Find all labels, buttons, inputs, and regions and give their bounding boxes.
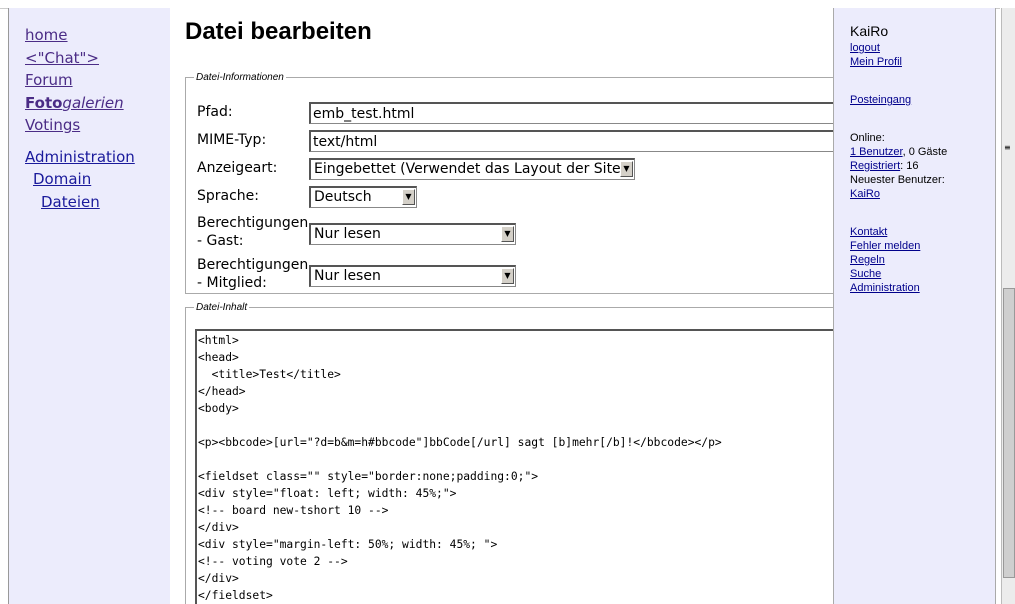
nav-item-chat: <"Chat"> — [25, 47, 170, 70]
gaeste-count: , 0 Gäste — [902, 146, 948, 158]
code-line: <div style="margin-left: 50%; width: 45%… — [198, 538, 498, 551]
file-content-fieldset: Datei-Inhalt <html> <head> <title>Test</t… — [185, 302, 833, 604]
berechtigungen-mitglied-label-line2: - Mitglied: — [197, 275, 267, 291]
code-line: <div style="float: left; width: 45%;"> — [198, 487, 457, 500]
regeln-link[interactable]: Regeln — [850, 254, 885, 266]
nav-item-dateien: Dateien — [25, 191, 170, 214]
file-content-textarea[interactable]: <html> <head> <title>Test</title> </head> <… — [195, 329, 833, 604]
mein-profil-link[interactable]: Mein Profil — [850, 56, 902, 68]
dropdown-arrow-icon: ▼ — [501, 268, 514, 284]
profile-line: Mein Profil — [850, 55, 902, 69]
berechtigungen-gast-label: Berechtigungen - Gast: — [197, 214, 308, 250]
mime-label: MIME-Typ: — [197, 132, 267, 148]
berechtigungen-gast-value: Nur lesen — [314, 226, 381, 242]
nav-link-home[interactable]: home — [25, 26, 68, 44]
main-nav-list: home <"Chat"> Forum Fotogalerien Votings — [25, 24, 170, 137]
newest-user-label: Neuester Benutzer: — [850, 174, 945, 186]
fehler-line: Fehler melden — [850, 239, 920, 253]
page-title: Datei bearbeiten — [185, 18, 372, 45]
pfad-label: Pfad: — [197, 104, 233, 120]
anzeigeart-select[interactable]: Eingebettet (Verwendet das Layout der Si… — [309, 158, 635, 180]
nav-item-home: home — [25, 24, 170, 47]
nav-link-domain[interactable]: Domain — [33, 170, 91, 188]
sprache-select[interactable]: Deutsch ▼ — [309, 186, 417, 208]
online-count-line: 1 Benutzer, 0 Gäste — [850, 145, 947, 159]
scrollbar-grip-icon: ≡ — [1004, 143, 1011, 152]
nav-link-fotogalerien[interactable]: Fotogalerien — [25, 94, 124, 112]
inbox-line: Posteingang — [850, 93, 911, 107]
berechtigungen-mitglied-label: Berechtigungen - Mitglied: — [197, 256, 308, 292]
nav-link-votings[interactable]: Votings — [25, 116, 80, 134]
file-info-fieldset: Datei-Informationen Pfad: emb_test.html … — [185, 72, 833, 294]
mime-input[interactable]: text/html — [309, 130, 833, 152]
sprache-value: Deutsch — [314, 189, 372, 205]
berechtigungen-mitglied-label-line1: Berechtigungen — [197, 257, 309, 273]
registriert-link[interactable]: Registriert — [850, 160, 900, 172]
logout-line: logout — [850, 41, 880, 55]
berechtigungen-mitglied-select[interactable]: Nur lesen ▼ — [309, 265, 516, 287]
code-line: <!-- board new-tshort 10 --> — [198, 504, 389, 517]
nav-item-domain: Domain — [25, 168, 170, 191]
main-content: Datei bearbeiten Datei-Informationen Pfa… — [170, 8, 833, 604]
page-scrollbar[interactable]: ≡ — [1001, 8, 1015, 604]
suche-line: Suche — [850, 267, 881, 281]
code-line: </head> — [198, 385, 246, 398]
username: KaiRo — [850, 23, 889, 39]
suche-link[interactable]: Suche — [850, 268, 881, 280]
fehler-melden-link[interactable]: Fehler melden — [850, 240, 920, 252]
scrollbar-thumb[interactable] — [1003, 288, 1015, 578]
nav-link-dateien[interactable]: Dateien — [41, 193, 100, 211]
code-line: </div> — [198, 521, 239, 534]
right-sidebar: KaiRo logout Mein Profil Posteingang Onl… — [833, 8, 996, 604]
code-line: <body> — [198, 402, 239, 415]
newest-user-line: KaiRo — [850, 187, 880, 201]
berechtigungen-gast-label-line1: Berechtigungen — [197, 215, 309, 231]
dropdown-arrow-icon: ▼ — [501, 226, 514, 242]
nav-foto-bold: Foto — [25, 93, 63, 112]
code-line: <p><bbcode>[url="?d=b&m=h#bbcode"]bbCode… — [198, 436, 722, 449]
nav-item-fotogalerien: Fotogalerien — [25, 92, 170, 115]
nav-item-administration: Administration — [25, 146, 170, 169]
berechtigungen-gast-label-line2: - Gast: — [197, 233, 244, 249]
admin-nav-list: Administration Domain Dateien — [25, 146, 170, 214]
code-line: <title>Test</title> — [198, 368, 341, 381]
benutzer-online-link[interactable]: 1 Benutzer — [850, 146, 903, 158]
sprache-label: Sprache: — [197, 188, 260, 204]
code-line: <head> — [198, 351, 239, 364]
online-label: Online: — [850, 132, 885, 144]
left-navigation: home <"Chat"> Forum Fotogalerien Votings… — [8, 8, 171, 604]
newest-user-link[interactable]: KaiRo — [850, 188, 880, 200]
code-line: </div> — [198, 572, 239, 585]
anzeigeart-value: Eingebettet (Verwendet das Layout der Si… — [314, 161, 627, 177]
nav-item-forum: Forum — [25, 69, 170, 92]
dropdown-arrow-icon: ▼ — [402, 189, 415, 205]
anzeigeart-label: Anzeigeart: — [197, 160, 278, 176]
nav-item-votings: Votings — [25, 114, 170, 137]
code-line: </fieldset> — [198, 589, 273, 602]
pfad-input[interactable]: emb_test.html — [309, 102, 833, 124]
berechtigungen-gast-select[interactable]: Nur lesen ▼ — [309, 223, 516, 245]
code-line: <!-- voting vote 2 --> — [198, 555, 348, 568]
sidebar-administration-link[interactable]: Administration — [850, 282, 920, 294]
nav-foto-italic: galerien — [62, 93, 124, 112]
code-line: <html> — [198, 334, 239, 347]
nav-link-forum[interactable]: Forum — [25, 71, 73, 89]
kontakt-line: Kontakt — [850, 225, 887, 239]
file-info-legend: Datei-Informationen — [196, 72, 284, 83]
administration-line: Administration — [850, 281, 920, 295]
registered-line: Registriert: 16 — [850, 159, 918, 173]
registriert-count: : 16 — [900, 160, 919, 172]
berechtigungen-mitglied-value: Nur lesen — [314, 268, 381, 284]
kontakt-link[interactable]: Kontakt — [850, 226, 887, 238]
file-content-legend: Datei-Inhalt — [196, 302, 248, 313]
posteingang-link[interactable]: Posteingang — [850, 94, 911, 106]
nav-link-administration[interactable]: Administration — [25, 148, 135, 166]
code-line: <fieldset class="" style="border:none;pa… — [198, 470, 539, 483]
logout-link[interactable]: logout — [850, 42, 880, 54]
nav-link-chat[interactable]: <"Chat"> — [25, 49, 99, 67]
dropdown-arrow-icon: ▼ — [620, 161, 633, 177]
regeln-line: Regeln — [850, 253, 885, 267]
